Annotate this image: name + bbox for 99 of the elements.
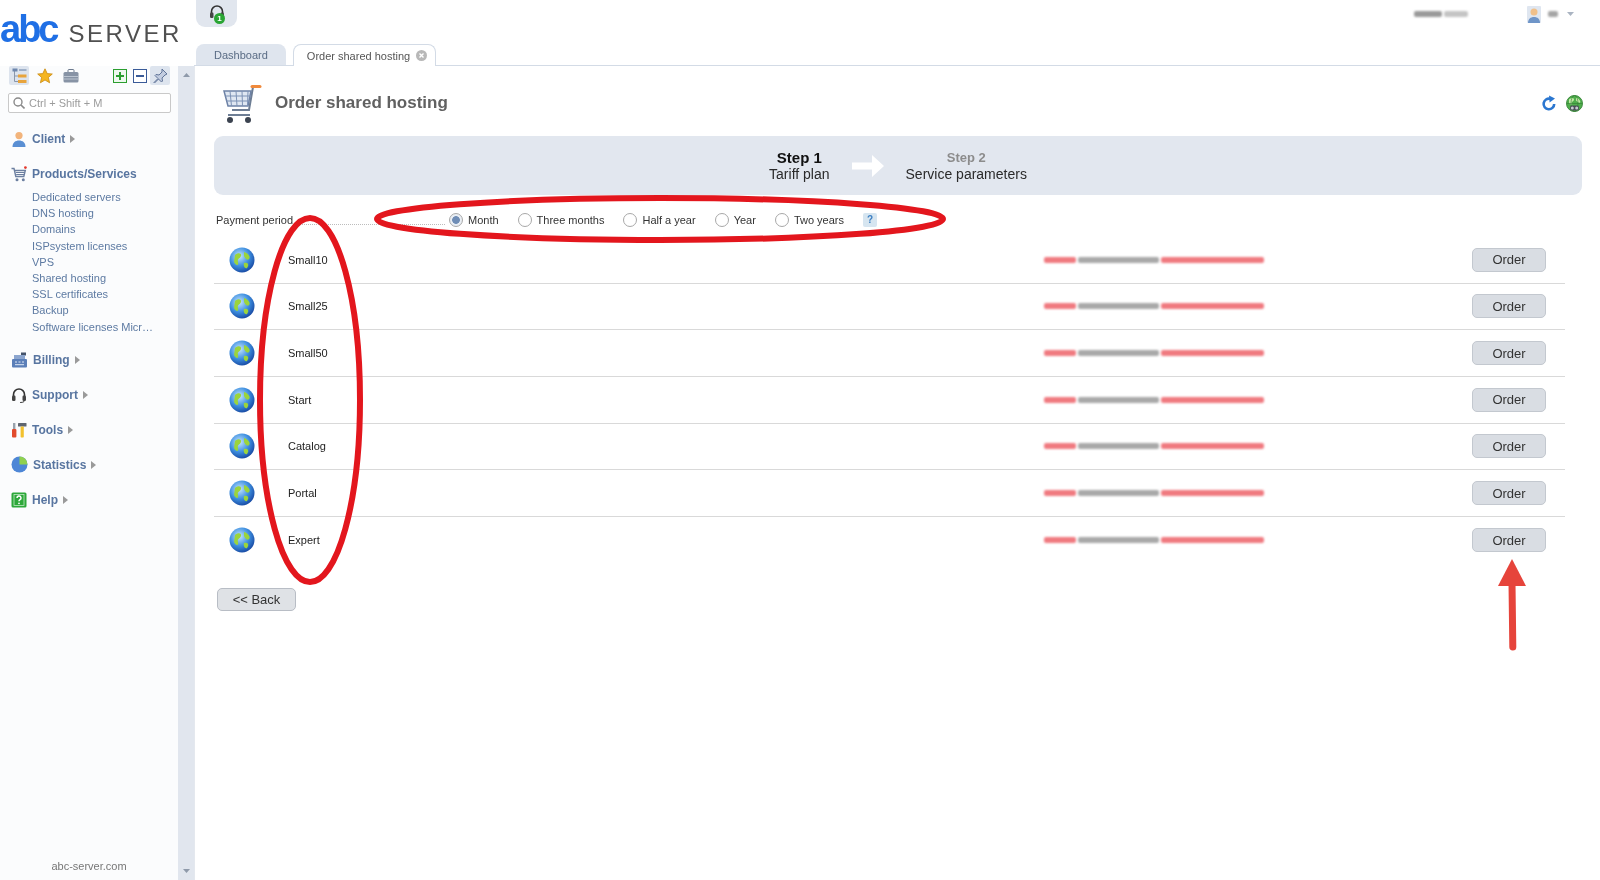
globe-icon (229, 527, 255, 554)
submenu-item[interactable]: VPS (32, 253, 54, 270)
radio-button[interactable] (774, 213, 789, 227)
step-label: Service parameters (905, 165, 1027, 183)
order-button[interactable]: Order (1472, 434, 1546, 459)
plan-name: Portal (288, 487, 317, 500)
person-icon (11, 131, 27, 147)
menu-item[interactable]: Tools (11, 419, 74, 440)
cash-register-icon (11, 351, 28, 368)
briefcase-icon (63, 68, 79, 83)
globe-icon (229, 386, 255, 413)
menu-item[interactable]: Products/Services (11, 164, 137, 184)
expand-all-button[interactable] (110, 66, 130, 85)
plus-icon (113, 68, 127, 83)
plan-name: Small50 (288, 347, 328, 360)
logo-mark: abc (0, 8, 57, 50)
scroll-up-icon[interactable] (182, 73, 190, 77)
order-button[interactable]: Order (1472, 481, 1546, 506)
page-title: Order shared hosting (275, 93, 448, 113)
scrollbar[interactable] (178, 66, 194, 880)
globe-icon[interactable] (1566, 94, 1583, 112)
plan-name: Small10 (288, 253, 328, 266)
help-button[interactable]: ? (863, 213, 878, 227)
tools-icon (11, 421, 27, 438)
submenu-item[interactable]: ISPsystem licenses (32, 237, 128, 254)
support-button[interactable]: 1 (196, 0, 237, 27)
radio-button[interactable] (714, 213, 729, 227)
menu-item[interactable]: Statistics (11, 454, 97, 475)
order-button[interactable]: Order (1472, 247, 1546, 272)
radio-button[interactable] (449, 213, 463, 227)
plan-name: Small25 (288, 300, 328, 313)
radio-button[interactable] (517, 213, 532, 227)
plan-name: Expert (288, 534, 320, 547)
pie-chart-icon (11, 456, 28, 474)
pin-icon (152, 68, 168, 83)
favorites-button[interactable] (35, 66, 55, 85)
globe-icon (229, 293, 255, 320)
briefcase-button[interactable] (61, 66, 81, 85)
caret-icon (91, 460, 97, 469)
field-label: Payment period (216, 214, 294, 226)
menu-item[interactable]: Client (11, 129, 76, 149)
menu-item[interactable]: Support (11, 384, 88, 405)
tab[interactable]: Order shared hosting (292, 44, 437, 66)
globe-icon (229, 340, 255, 367)
radio-option[interactable]: Month (449, 213, 499, 227)
globe-icon (229, 433, 255, 460)
search-field[interactable]: Ctrl + Shift + M (8, 93, 171, 113)
globe-icon (229, 246, 255, 273)
submenu-item[interactable]: DNS hosting (32, 205, 94, 222)
cart-icon (11, 166, 27, 182)
refresh-icon[interactable] (1541, 95, 1557, 111)
plan-name: Start (288, 393, 312, 406)
step-label: Tariff plan (769, 165, 830, 183)
step-number: Step 1 (776, 148, 822, 166)
submenu-item[interactable]: Software licenses Micr… (32, 318, 154, 335)
radio-button[interactable] (623, 213, 638, 227)
plan-name: Catalog (288, 440, 326, 453)
help-icon (11, 491, 27, 508)
submenu-item[interactable]: SSL certificates (32, 286, 108, 303)
notification-badge: 1 (214, 13, 225, 24)
radio-option[interactable]: Three months (517, 213, 605, 227)
back-button[interactable]: << Back (217, 587, 296, 611)
headset-icon (11, 386, 27, 403)
caret-icon (83, 390, 88, 399)
order-button[interactable]: Order (1472, 294, 1546, 319)
tree-icon (11, 68, 27, 83)
search-icon (13, 97, 25, 109)
star-icon (37, 67, 53, 84)
caret-icon (68, 425, 74, 434)
order-button[interactable]: Order (1472, 528, 1546, 553)
blurred-text-drawing (1411, 8, 1471, 20)
caret-icon (74, 355, 80, 364)
order-button[interactable]: Order (1472, 387, 1546, 412)
tab[interactable]: Dashboard (196, 44, 286, 65)
radio-option[interactable]: Half a year (623, 213, 696, 227)
menu-item[interactable]: Help (11, 489, 68, 510)
footer-text: abc-server.com (51, 859, 127, 873)
caret-icon (63, 495, 68, 504)
pin-button[interactable] (150, 66, 170, 85)
close-icon[interactable] (416, 50, 428, 61)
tree-view-button[interactable] (9, 66, 29, 85)
step-number: Step 2 (946, 148, 986, 166)
blurred-text-drawing (1545, 8, 1561, 20)
submenu-item[interactable]: Domains (32, 221, 76, 238)
cart-icon (222, 82, 264, 124)
submenu-item[interactable]: Dedicated servers (32, 189, 121, 206)
radio-option[interactable]: Year (714, 213, 756, 227)
collapse-all-button[interactable] (130, 66, 150, 85)
caret-icon[interactable] (1567, 12, 1574, 16)
order-button[interactable]: Order (1472, 341, 1546, 366)
scroll-down-icon[interactable] (182, 869, 190, 873)
submenu-item[interactable]: Backup (32, 302, 69, 319)
radio-option[interactable]: Two years (774, 213, 845, 227)
menu-item[interactable]: Billing (11, 349, 80, 370)
submenu-item[interactable]: Shared hosting (32, 269, 106, 287)
caret-icon (70, 135, 76, 143)
globe-icon (229, 480, 255, 507)
avatar-icon[interactable] (1527, 5, 1541, 23)
logo-text: SERVER (68, 19, 182, 49)
